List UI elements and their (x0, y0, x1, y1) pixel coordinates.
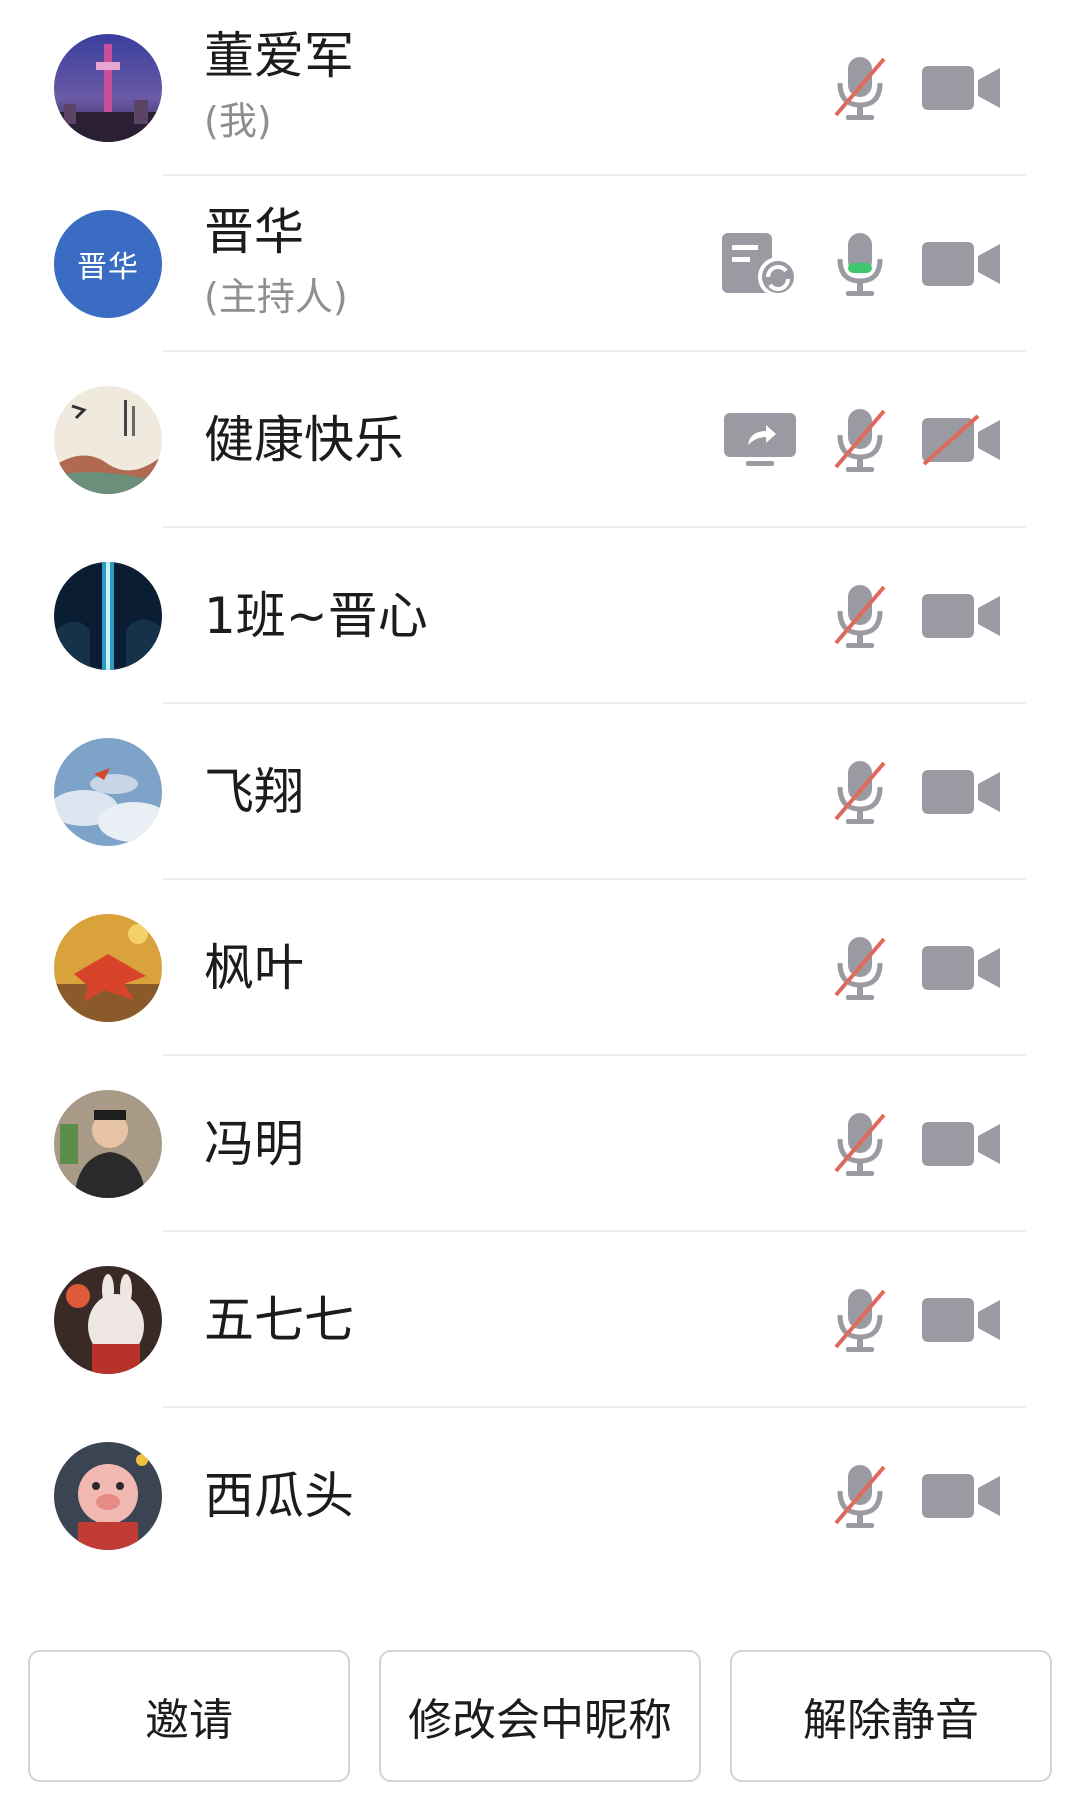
participant-row[interactable]: 晋华 晋华 (主持人) (0, 176, 1080, 352)
camera-icon[interactable] (922, 590, 1000, 642)
invite-button[interactable]: 邀请 (28, 1650, 350, 1782)
avatar (54, 738, 162, 846)
avatar (54, 34, 162, 142)
camera-icon[interactable] (922, 238, 1000, 290)
participant-name: 1班~晋心 (204, 587, 428, 645)
avatar (54, 562, 162, 670)
participant-name: 枫叶 (204, 939, 304, 997)
mic-muted-icon[interactable] (832, 1109, 888, 1179)
camera-icon[interactable] (922, 766, 1000, 818)
camera-icon[interactable] (922, 942, 1000, 994)
participant-row[interactable]: 1班~晋心 (0, 528, 1080, 704)
avatar: 晋华 (54, 210, 162, 318)
participant-row[interactable]: 冯明 (0, 1056, 1080, 1232)
participant-name: 健康快乐 (204, 411, 404, 469)
participant-row[interactable]: 飞翔 (0, 704, 1080, 880)
participant-name: 五七七 (204, 1291, 354, 1349)
participant-row[interactable]: 董爱军 (我) (0, 0, 1080, 176)
unmute-all-button[interactable]: 解除静音 (730, 1650, 1052, 1782)
camera-icon[interactable] (922, 1294, 1000, 1346)
avatar (54, 914, 162, 1022)
participant-role: (主持人) (204, 275, 348, 319)
participant-row[interactable]: 五七七 (0, 1232, 1080, 1408)
mic-muted-icon[interactable] (832, 53, 888, 123)
avatar (54, 386, 162, 494)
participant-row[interactable]: 西瓜头 (0, 1408, 1080, 1584)
participant-name: 董爱军 (204, 27, 354, 85)
mic-muted-icon[interactable] (832, 1461, 888, 1531)
avatar (54, 1266, 162, 1374)
participant-name: 晋华 (204, 203, 304, 261)
camera-off-icon[interactable] (922, 414, 1000, 466)
rename-button[interactable]: 修改会中昵称 (379, 1650, 701, 1782)
avatar (54, 1442, 162, 1550)
mic-speaking-icon[interactable] (832, 229, 888, 299)
camera-icon[interactable] (922, 62, 1000, 114)
avatar (54, 1090, 162, 1198)
participant-row[interactable]: 健康快乐 (0, 352, 1080, 528)
camera-icon[interactable] (922, 1118, 1000, 1170)
participant-name: 冯明 (204, 1115, 304, 1173)
mic-muted-icon[interactable] (832, 581, 888, 651)
screen-share-icon[interactable] (722, 411, 798, 469)
doc-sync-icon[interactable] (722, 231, 798, 297)
mic-muted-icon[interactable] (832, 933, 888, 1003)
camera-icon[interactable] (922, 1470, 1000, 1522)
mic-muted-icon[interactable] (832, 1285, 888, 1355)
participant-name: 西瓜头 (204, 1467, 354, 1525)
participant-role: (我) (204, 99, 272, 143)
bottom-action-bar: 邀请 修改会中昵称 解除静音 (0, 1650, 1080, 1790)
participant-row[interactable]: 枫叶 (0, 880, 1080, 1056)
mic-muted-icon[interactable] (832, 757, 888, 827)
mic-muted-icon[interactable] (832, 405, 888, 475)
participant-name: 飞翔 (204, 763, 304, 821)
participant-list: 董爱军 (我) 晋华 晋华 (主持人) 健康快乐 1班~晋心 飞翔 枫叶 冯明 … (0, 0, 1080, 1550)
